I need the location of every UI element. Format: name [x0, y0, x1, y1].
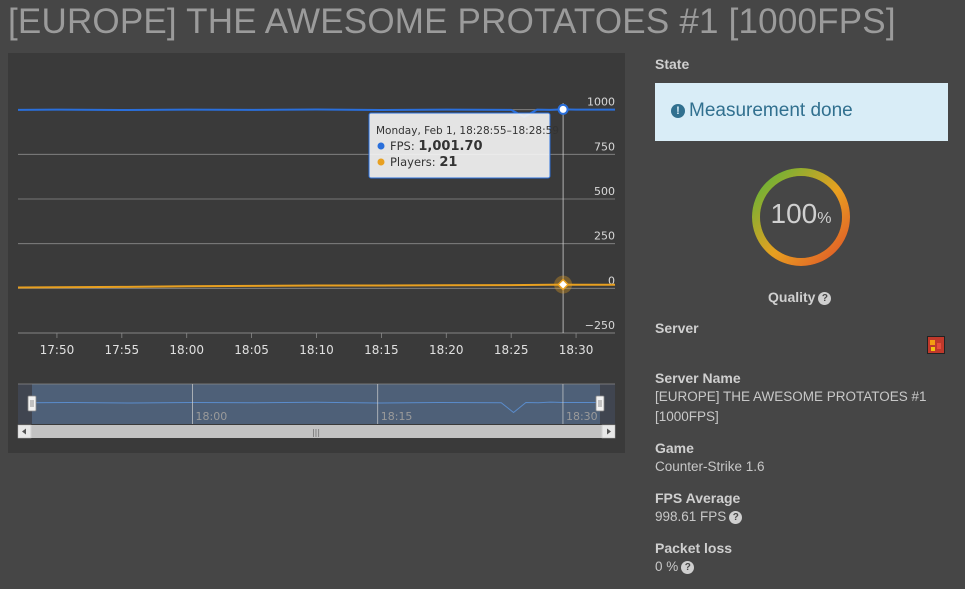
x-tick-label: 17:50 — [40, 343, 75, 357]
x-tick-label: 18:25 — [494, 343, 529, 357]
x-tick-label: 18:15 — [364, 343, 399, 357]
x-tick-label: 18:30 — [559, 343, 594, 357]
game-label: Game — [655, 440, 694, 456]
fps-chart[interactable]: 10007505002500−25017:50 17:55 18:00 18:05 18… — [8, 53, 625, 453]
navigator-handle-right[interactable] — [595, 395, 605, 412]
y-tick-label: −250 — [585, 319, 615, 332]
fps-hover-point — [557, 103, 569, 115]
x-tick-label: 18:05 — [234, 343, 269, 357]
y-tick-label: 250 — [594, 230, 615, 243]
x-tick-label: 18:10 — [299, 343, 334, 357]
server-label: Server — [655, 320, 699, 336]
y-tick-label: 750 — [594, 140, 615, 153]
exclamation-circle-icon: ! — [671, 104, 685, 118]
chart-tooltip: Monday, Feb 1, 18:28:55–18:28:59 FPS: 1,0… — [368, 112, 559, 179]
tooltip-header: Monday, Feb 1, 18:28:55–18:28:59 — [376, 125, 559, 137]
tooltip-dot — [377, 142, 385, 150]
server-name-value: [EUROPE] THE AWESOME PROTATOES #1 [1000F… — [655, 389, 927, 424]
state-message: Measurement done — [689, 100, 853, 121]
x-tick-label: 18:00 — [169, 343, 204, 357]
tooltip-row: Players: 21 — [390, 155, 457, 170]
navigator-label: 18:15 — [381, 410, 413, 423]
state-alert: ! Measurement done — [655, 83, 948, 141]
state-label: State — [655, 56, 690, 72]
tooltip-row: FPS: 1,001.70 — [390, 139, 483, 154]
packet-loss-label: Packet loss — [655, 540, 733, 556]
server-avatar-icon[interactable] — [927, 336, 945, 354]
packet-loss-value: 0 %? — [655, 557, 695, 577]
y-tick-label: 500 — [594, 185, 615, 198]
navigator-label: 18:00 — [196, 410, 228, 423]
question-circle-icon[interactable]: ? — [729, 511, 743, 524]
fps-average-label: FPS Average — [655, 490, 741, 506]
question-circle-icon[interactable]: ? — [818, 292, 832, 305]
fps-average-value: 998.61 FPS? — [655, 507, 743, 527]
fps-chart-panel[interactable]: 1000 750 500 250 0 −250 17:50 17:55 18:00 18:05 18… — [8, 53, 625, 453]
scrollbar-grip: ||| — [312, 428, 320, 437]
x-tick-label: 18:20 — [429, 343, 464, 357]
question-circle-icon[interactable]: ? — [681, 561, 695, 574]
tooltip-dot — [377, 158, 385, 166]
server-name-label: Server Name — [655, 370, 741, 386]
series-line-players — [17, 283, 615, 289]
navigator-handle-left[interactable] — [27, 395, 37, 412]
y-tick-label: 1000 — [587, 96, 615, 109]
navigator-label: 18:30 — [566, 410, 598, 423]
x-tick-label: 17:55 — [105, 343, 140, 357]
quality-label: Quality? — [768, 289, 832, 305]
quality-percent: 100% — [770, 198, 832, 229]
navigator-selection — [32, 384, 600, 424]
page-title: [EUROPE] THE AWESOME PROTATOES #1 [1000F… — [8, 2, 896, 41]
game-value: Counter-Strike 1.6 — [655, 459, 765, 474]
